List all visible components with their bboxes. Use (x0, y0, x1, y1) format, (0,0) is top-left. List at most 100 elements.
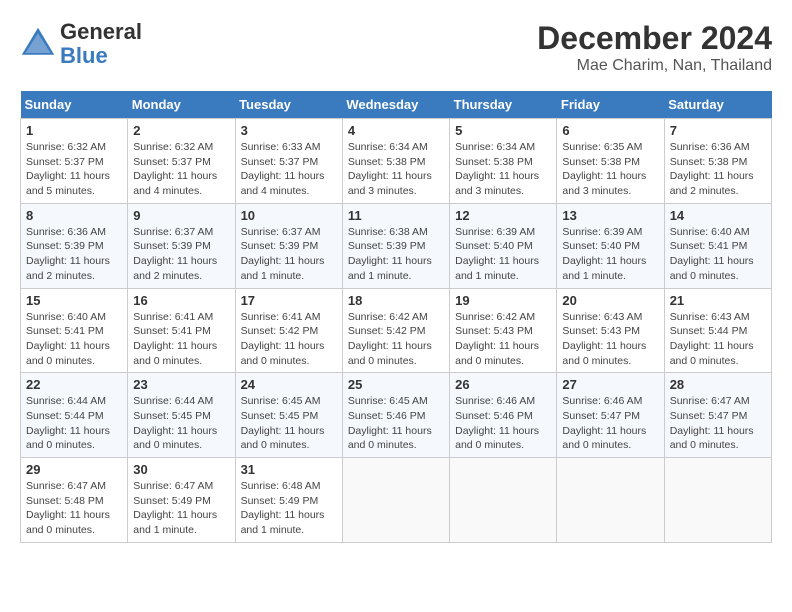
day-cell: 13 Sunrise: 6:39 AM Sunset: 5:40 PM Dayl… (557, 203, 664, 288)
page-header: General Blue December 2024 Mae Charim, N… (20, 20, 772, 75)
day-info: Sunrise: 6:43 AM Sunset: 5:44 PM Dayligh… (670, 310, 766, 369)
day-number: 30 (133, 462, 229, 477)
day-cell: 5 Sunrise: 6:34 AM Sunset: 5:38 PM Dayli… (450, 119, 557, 204)
logo-general: General (60, 20, 142, 44)
day-cell (664, 458, 771, 543)
day-cell (557, 458, 664, 543)
day-info: Sunrise: 6:42 AM Sunset: 5:42 PM Dayligh… (348, 310, 444, 369)
day-info: Sunrise: 6:40 AM Sunset: 5:41 PM Dayligh… (26, 310, 122, 369)
day-info: Sunrise: 6:40 AM Sunset: 5:41 PM Dayligh… (670, 225, 766, 284)
day-cell: 8 Sunrise: 6:36 AM Sunset: 5:39 PM Dayli… (21, 203, 128, 288)
day-info: Sunrise: 6:37 AM Sunset: 5:39 PM Dayligh… (241, 225, 337, 284)
day-cell (450, 458, 557, 543)
day-info: Sunrise: 6:44 AM Sunset: 5:45 PM Dayligh… (133, 394, 229, 453)
day-info: Sunrise: 6:45 AM Sunset: 5:46 PM Dayligh… (348, 394, 444, 453)
day-cell: 1 Sunrise: 6:32 AM Sunset: 5:37 PM Dayli… (21, 119, 128, 204)
day-cell: 23 Sunrise: 6:44 AM Sunset: 5:45 PM Dayl… (128, 373, 235, 458)
day-info: Sunrise: 6:47 AM Sunset: 5:47 PM Dayligh… (670, 394, 766, 453)
day-number: 7 (670, 123, 766, 138)
day-cell: 30 Sunrise: 6:47 AM Sunset: 5:49 PM Dayl… (128, 458, 235, 543)
day-info: Sunrise: 6:32 AM Sunset: 5:37 PM Dayligh… (26, 140, 122, 199)
day-number: 6 (562, 123, 658, 138)
day-info: Sunrise: 6:39 AM Sunset: 5:40 PM Dayligh… (562, 225, 658, 284)
day-cell: 3 Sunrise: 6:33 AM Sunset: 5:37 PM Dayli… (235, 119, 342, 204)
day-info: Sunrise: 6:47 AM Sunset: 5:49 PM Dayligh… (133, 479, 229, 538)
day-number: 13 (562, 208, 658, 223)
day-number: 19 (455, 293, 551, 308)
day-cell: 25 Sunrise: 6:45 AM Sunset: 5:46 PM Dayl… (342, 373, 449, 458)
day-number: 11 (348, 208, 444, 223)
calendar-table: SundayMondayTuesdayWednesdayThursdayFrid… (20, 91, 772, 543)
day-info: Sunrise: 6:42 AM Sunset: 5:43 PM Dayligh… (455, 310, 551, 369)
day-number: 21 (670, 293, 766, 308)
day-info: Sunrise: 6:36 AM Sunset: 5:39 PM Dayligh… (26, 225, 122, 284)
day-number: 25 (348, 377, 444, 392)
location-title: Mae Charim, Nan, Thailand (537, 57, 772, 75)
day-cell: 11 Sunrise: 6:38 AM Sunset: 5:39 PM Dayl… (342, 203, 449, 288)
day-number: 18 (348, 293, 444, 308)
day-cell: 15 Sunrise: 6:40 AM Sunset: 5:41 PM Dayl… (21, 288, 128, 373)
day-cell: 9 Sunrise: 6:37 AM Sunset: 5:39 PM Dayli… (128, 203, 235, 288)
day-info: Sunrise: 6:47 AM Sunset: 5:48 PM Dayligh… (26, 479, 122, 538)
day-number: 26 (455, 377, 551, 392)
day-info: Sunrise: 6:46 AM Sunset: 5:47 PM Dayligh… (562, 394, 658, 453)
day-cell: 19 Sunrise: 6:42 AM Sunset: 5:43 PM Dayl… (450, 288, 557, 373)
day-number: 27 (562, 377, 658, 392)
day-number: 10 (241, 208, 337, 223)
day-info: Sunrise: 6:32 AM Sunset: 5:37 PM Dayligh… (133, 140, 229, 199)
logo: General Blue (20, 20, 142, 68)
week-row-3: 15 Sunrise: 6:40 AM Sunset: 5:41 PM Dayl… (21, 288, 772, 373)
day-header-thursday: Thursday (450, 91, 557, 119)
day-cell: 2 Sunrise: 6:32 AM Sunset: 5:37 PM Dayli… (128, 119, 235, 204)
logo-icon (20, 26, 56, 62)
day-info: Sunrise: 6:33 AM Sunset: 5:37 PM Dayligh… (241, 140, 337, 199)
day-number: 24 (241, 377, 337, 392)
day-cell: 18 Sunrise: 6:42 AM Sunset: 5:42 PM Dayl… (342, 288, 449, 373)
day-number: 20 (562, 293, 658, 308)
day-info: Sunrise: 6:41 AM Sunset: 5:42 PM Dayligh… (241, 310, 337, 369)
day-cell: 10 Sunrise: 6:37 AM Sunset: 5:39 PM Dayl… (235, 203, 342, 288)
days-header-row: SundayMondayTuesdayWednesdayThursdayFrid… (21, 91, 772, 119)
day-header-friday: Friday (557, 91, 664, 119)
day-info: Sunrise: 6:39 AM Sunset: 5:40 PM Dayligh… (455, 225, 551, 284)
day-info: Sunrise: 6:41 AM Sunset: 5:41 PM Dayligh… (133, 310, 229, 369)
day-number: 8 (26, 208, 122, 223)
day-info: Sunrise: 6:44 AM Sunset: 5:44 PM Dayligh… (26, 394, 122, 453)
week-row-4: 22 Sunrise: 6:44 AM Sunset: 5:44 PM Dayl… (21, 373, 772, 458)
day-number: 17 (241, 293, 337, 308)
day-header-tuesday: Tuesday (235, 91, 342, 119)
day-header-sunday: Sunday (21, 91, 128, 119)
day-number: 31 (241, 462, 337, 477)
week-row-2: 8 Sunrise: 6:36 AM Sunset: 5:39 PM Dayli… (21, 203, 772, 288)
logo-text: General Blue (60, 20, 142, 68)
day-number: 28 (670, 377, 766, 392)
day-info: Sunrise: 6:34 AM Sunset: 5:38 PM Dayligh… (348, 140, 444, 199)
day-number: 4 (348, 123, 444, 138)
day-header-wednesday: Wednesday (342, 91, 449, 119)
day-cell: 17 Sunrise: 6:41 AM Sunset: 5:42 PM Dayl… (235, 288, 342, 373)
day-cell: 16 Sunrise: 6:41 AM Sunset: 5:41 PM Dayl… (128, 288, 235, 373)
day-info: Sunrise: 6:38 AM Sunset: 5:39 PM Dayligh… (348, 225, 444, 284)
day-info: Sunrise: 6:37 AM Sunset: 5:39 PM Dayligh… (133, 225, 229, 284)
day-info: Sunrise: 6:34 AM Sunset: 5:38 PM Dayligh… (455, 140, 551, 199)
day-cell: 24 Sunrise: 6:45 AM Sunset: 5:45 PM Dayl… (235, 373, 342, 458)
day-cell: 22 Sunrise: 6:44 AM Sunset: 5:44 PM Dayl… (21, 373, 128, 458)
day-info: Sunrise: 6:46 AM Sunset: 5:46 PM Dayligh… (455, 394, 551, 453)
day-cell: 7 Sunrise: 6:36 AM Sunset: 5:38 PM Dayli… (664, 119, 771, 204)
day-number: 9 (133, 208, 229, 223)
day-header-monday: Monday (128, 91, 235, 119)
day-cell: 21 Sunrise: 6:43 AM Sunset: 5:44 PM Dayl… (664, 288, 771, 373)
day-number: 29 (26, 462, 122, 477)
week-row-1: 1 Sunrise: 6:32 AM Sunset: 5:37 PM Dayli… (21, 119, 772, 204)
day-number: 2 (133, 123, 229, 138)
day-cell: 29 Sunrise: 6:47 AM Sunset: 5:48 PM Dayl… (21, 458, 128, 543)
day-info: Sunrise: 6:43 AM Sunset: 5:43 PM Dayligh… (562, 310, 658, 369)
day-cell: 28 Sunrise: 6:47 AM Sunset: 5:47 PM Dayl… (664, 373, 771, 458)
week-row-5: 29 Sunrise: 6:47 AM Sunset: 5:48 PM Dayl… (21, 458, 772, 543)
day-cell: 12 Sunrise: 6:39 AM Sunset: 5:40 PM Dayl… (450, 203, 557, 288)
day-cell: 4 Sunrise: 6:34 AM Sunset: 5:38 PM Dayli… (342, 119, 449, 204)
day-number: 14 (670, 208, 766, 223)
day-cell: 27 Sunrise: 6:46 AM Sunset: 5:47 PM Dayl… (557, 373, 664, 458)
month-title: December 2024 (537, 20, 772, 57)
day-cell: 14 Sunrise: 6:40 AM Sunset: 5:41 PM Dayl… (664, 203, 771, 288)
